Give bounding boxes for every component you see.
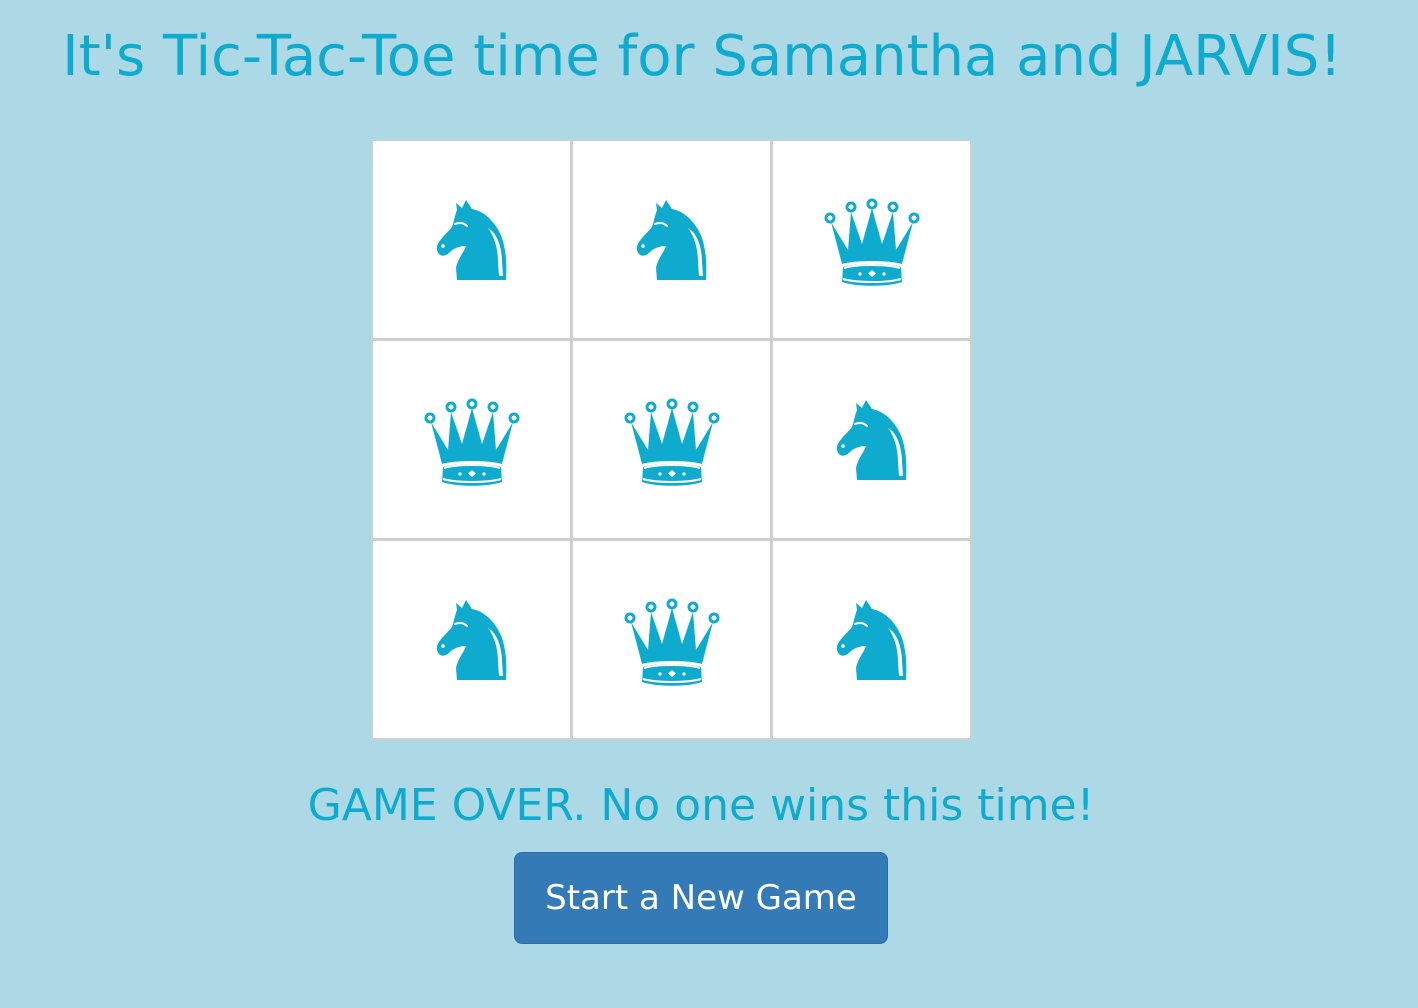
queen-icon <box>622 390 722 490</box>
board-cell-1[interactable] <box>373 141 570 338</box>
board-cell-5[interactable] <box>573 341 770 538</box>
queen-icon <box>422 390 522 490</box>
knight-icon <box>422 190 522 290</box>
knight-icon <box>822 590 922 690</box>
board-cell-2[interactable] <box>573 141 770 338</box>
knight-icon <box>422 590 522 690</box>
queen-icon <box>622 590 722 690</box>
queen-icon <box>822 190 922 290</box>
board-cell-3[interactable] <box>773 141 970 338</box>
board-cell-7[interactable] <box>373 541 570 738</box>
board-cell-9[interactable] <box>773 541 970 738</box>
knight-icon <box>622 190 722 290</box>
knight-icon <box>822 390 922 490</box>
board-cell-6[interactable] <box>773 341 970 538</box>
game-status-message: GAME OVER. No one wins this time! <box>307 780 1095 831</box>
board-cell-8[interactable] <box>573 541 770 738</box>
start-new-game-button[interactable]: Start a New Game <box>514 852 888 944</box>
board-cell-4[interactable] <box>373 341 570 538</box>
page-title: It's Tic-Tac-Toe time for Samantha and J… <box>62 24 1342 89</box>
game-board <box>372 140 972 740</box>
